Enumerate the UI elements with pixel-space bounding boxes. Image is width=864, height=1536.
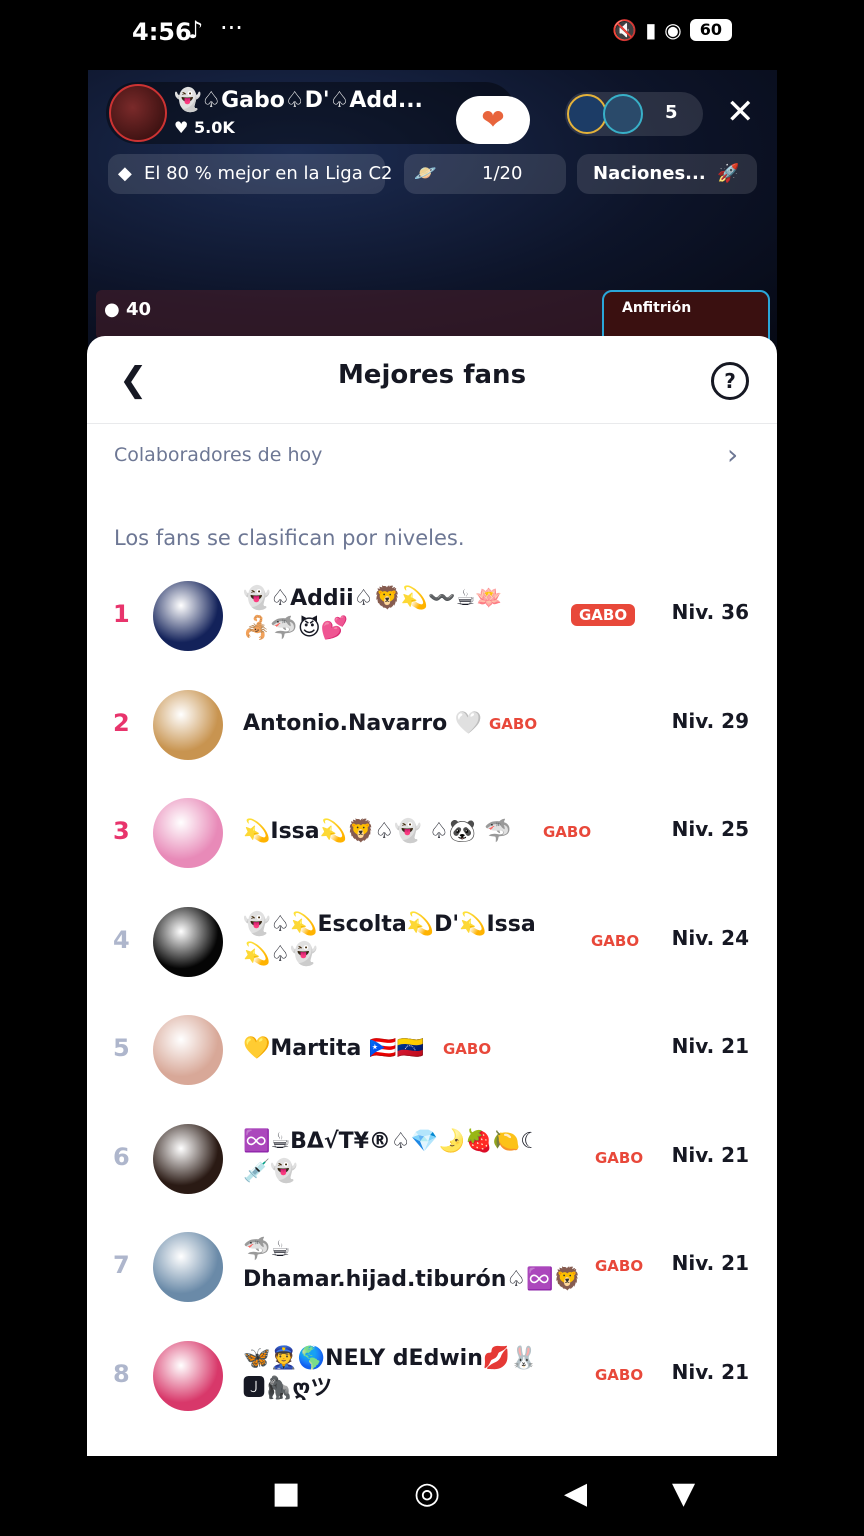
league-text: El 80 % mejor en la Liga C2 xyxy=(144,163,393,184)
nations-chip[interactable]: Naciones... 🚀 xyxy=(577,154,757,194)
fan-rank: 5 xyxy=(113,1034,130,1062)
fan-avatar[interactable] xyxy=(153,1124,223,1194)
fan-rank: 8 xyxy=(113,1360,130,1388)
fan-club-button[interactable]: ❤ 24 xyxy=(456,96,530,144)
fan-rank: 1 xyxy=(113,600,130,628)
status-time: 4:56 xyxy=(132,18,192,46)
fan-level: Niv. 25 xyxy=(671,817,749,841)
fan-row[interactable]: 7 🦈☕ Dhamar.hijad.tiburón♤♾️🦁 GABO Niv. 21 xyxy=(87,1213,777,1321)
status-icons: 🔇 ▮ ◉ 60 xyxy=(612,18,732,42)
planet-icon: 🪐 xyxy=(414,163,437,184)
status-bar: 4:56 ♪ ··· 🔇 ▮ ◉ 60 xyxy=(0,0,864,64)
top-fans-sheet: ❮ Mejores fans ? Colaboradores de hoy › … xyxy=(87,336,777,1456)
host-info[interactable]: 👻♤Gabo♤D'♤Add... ♥ 5.0K ❤ 24 xyxy=(106,82,530,144)
coin-icon: ● xyxy=(104,299,126,320)
fan-level: Niv. 21 xyxy=(671,1034,749,1058)
fan-avatar[interactable] xyxy=(153,907,223,977)
fan-rank: 6 xyxy=(113,1143,130,1171)
back-nav-icon[interactable]: ◀ xyxy=(564,1476,587,1511)
sheet-header: ❮ Mejores fans ? xyxy=(87,336,777,424)
chevron-right-icon: › xyxy=(727,438,739,471)
fan-name: 👻♤💫Escolta💫D'💫Issa 💫♤👻 xyxy=(243,912,536,967)
more-notifications-icon: ··· xyxy=(220,14,243,42)
fan-level: Niv. 29 xyxy=(671,709,749,733)
contributors-link[interactable]: Colaboradores de hoy › xyxy=(87,424,777,488)
fan-rank: 7 xyxy=(113,1251,130,1279)
host-avatar[interactable] xyxy=(109,84,167,142)
fan-level: Niv. 21 xyxy=(671,1360,749,1384)
league-chip[interactable]: ◆ El 80 % mejor en la Liga C2 xyxy=(108,154,392,194)
close-icon[interactable]: ✕ xyxy=(726,92,755,132)
fan-club-badge: GABO xyxy=(543,823,592,841)
fan-club-badge: GABO xyxy=(571,604,636,626)
contributors-label: Colaboradores de hoy xyxy=(114,444,323,466)
home-icon[interactable]: ◎ xyxy=(414,1476,440,1511)
fan-name: Antonio.Navarro 🤍 xyxy=(243,711,483,736)
fan-name: ♾️☕BΔ√T¥®♤💎🌛🍓🍋☾ 💉👻 xyxy=(243,1129,540,1184)
fan-avatar[interactable] xyxy=(153,690,223,760)
fan-name: 🦋👮🌎NELY dEdwin💋🐰 🅹️🦍ღツ xyxy=(243,1346,538,1401)
fan-row[interactable]: 1 👻♤Addii♤🦁💫〰️☕🪷 🦂🦈😈💕 GABO Niv. 36 xyxy=(87,562,777,670)
progress-text: 1/20 xyxy=(482,163,523,184)
nav-bar: ■ ◎ ◀ ▼ xyxy=(0,1456,864,1536)
fan-avatar[interactable] xyxy=(153,1341,223,1411)
accessibility-icon[interactable]: ▼ xyxy=(672,1476,695,1511)
fan-row[interactable]: 5 💛Martita 🇵🇷🇻🇪 GABO Niv. 21 xyxy=(87,996,777,1104)
diamond-icon: ◆ xyxy=(118,163,132,184)
viewer-list[interactable]: 5 xyxy=(565,92,703,136)
mute-icon: 🔇 xyxy=(612,18,638,42)
fan-avatar[interactable] xyxy=(153,1232,223,1302)
battery-icon: 60 xyxy=(689,19,732,41)
fan-club-count: 24 xyxy=(492,126,511,141)
coin-value: 40 xyxy=(125,299,152,320)
host-name: 👻♤Gabo♤D'♤Add... xyxy=(174,88,423,113)
fan-name: 💫Issa💫🦁♤👻 ♤🐼 🦈 xyxy=(243,819,512,844)
fan-rank: 4 xyxy=(113,926,130,954)
fan-club-badge: GABO xyxy=(591,932,640,950)
signal-icon: ▮ xyxy=(645,18,657,42)
fan-club-badge: GABO xyxy=(595,1149,644,1167)
tiktok-icon: ♪ xyxy=(188,16,204,44)
fan-row[interactable]: 3 💫Issa💫🦁♤👻 ♤🐼 🦈 GABO Niv. 25 xyxy=(87,779,777,887)
info-text: Los fans se clasifican por niveles. xyxy=(114,526,465,550)
fan-level: Niv. 36 xyxy=(671,600,749,624)
progress-chip[interactable]: 🪐 1/20 xyxy=(404,154,566,194)
nations-text: Naciones... xyxy=(593,163,706,184)
host-likes: 5.0K xyxy=(194,118,235,137)
viewer-avatar[interactable] xyxy=(603,94,643,134)
fan-name: 👻♤Addii♤🦁💫〰️☕🪷 🦂🦈😈💕 xyxy=(243,586,503,641)
fan-name: 💛Martita 🇵🇷🇻🇪 xyxy=(243,1036,424,1061)
fan-row[interactable]: 2 Antonio.Navarro 🤍 GABO Niv. 29 xyxy=(87,671,777,779)
fan-avatar[interactable] xyxy=(153,798,223,868)
fan-club-badge: GABO xyxy=(489,715,538,733)
viewer-count: 5 xyxy=(665,102,678,123)
fan-level: Niv. 24 xyxy=(671,926,749,950)
fan-row[interactable]: 4 👻♤💫Escolta💫D'💫Issa 💫♤👻 GABO Niv. 24 xyxy=(87,888,777,996)
fan-club-badge: GABO xyxy=(443,1040,492,1058)
fan-avatar[interactable] xyxy=(153,581,223,651)
fan-club-badge: GABO xyxy=(595,1257,644,1275)
viewer-avatar[interactable] xyxy=(567,94,607,134)
sheet-title: Mejores fans xyxy=(337,360,527,390)
fan-name: 🦈☕ Dhamar.hijad.tiburón♤♾️🦁 xyxy=(243,1237,581,1292)
fan-rank: 2 xyxy=(113,709,130,737)
coin-counter: ● 40 xyxy=(96,290,616,340)
host-label: Anfitrión xyxy=(622,300,692,316)
fan-club-badge: GABO xyxy=(595,1366,644,1384)
fan-avatar[interactable] xyxy=(153,1015,223,1085)
recents-icon[interactable]: ■ xyxy=(272,1476,300,1511)
live-stream-view: 👻♤Gabo♤D'♤Add... ♥ 5.0K ❤ 24 5 ✕ ◆ El 80 … xyxy=(88,70,777,350)
fan-level: Niv. 21 xyxy=(671,1251,749,1275)
fan-row[interactable]: 8 🦋👮🌎NELY dEdwin💋🐰 🅹️🦍ღツ GABO Niv. 21 xyxy=(87,1322,777,1430)
wifi-icon: ◉ xyxy=(664,18,682,42)
rocket-icon: 🚀 xyxy=(717,163,740,184)
help-icon[interactable]: ? xyxy=(711,362,749,400)
heart-icon: ♥ xyxy=(174,118,189,137)
fan-row[interactable]: 6 ♾️☕BΔ√T¥®♤💎🌛🍓🍋☾ 💉👻 GABO Niv. 21 xyxy=(87,1105,777,1213)
fan-level: Niv. 21 xyxy=(671,1143,749,1167)
fan-rank: 3 xyxy=(113,817,130,845)
